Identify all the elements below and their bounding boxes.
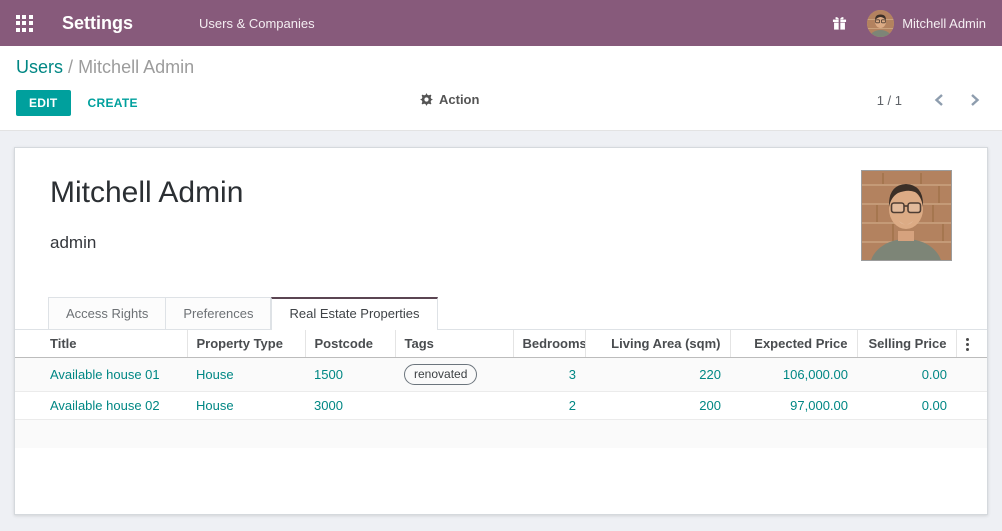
kebab-menu-icon (966, 338, 969, 351)
control-panel: Users / Mitchell Admin EDIT CREATE Actio… (0, 46, 1002, 131)
cell-tags[interactable] (395, 392, 513, 420)
column-header-bedrooms[interactable]: Bedrooms (513, 330, 585, 358)
breadcrumb: Users / Mitchell Admin (16, 57, 986, 78)
column-header-title[interactable]: Title (15, 330, 187, 358)
content-area: Mitchell Admin admin (0, 147, 1002, 531)
apps-grid-icon (16, 15, 33, 32)
optional-columns-toggle[interactable] (956, 330, 987, 358)
chevron-left-icon (934, 93, 944, 107)
gear-icon (420, 93, 433, 106)
table-header-row: Title Property Type Postcode Tags Bedroo… (15, 330, 987, 358)
cell-living-area[interactable]: 200 (585, 392, 730, 420)
cell-expected-price[interactable]: 106,000.00 (730, 358, 857, 392)
properties-table: Title Property Type Postcode Tags Bedroo… (15, 330, 987, 448)
tab-real-estate-properties[interactable]: Real Estate Properties (271, 297, 437, 330)
user-menu[interactable]: Mitchell Admin (867, 10, 1002, 37)
cell-postcode[interactable]: 3000 (305, 392, 395, 420)
notebook-tabs: Access Rights Preferences Real Estate Pr… (15, 296, 987, 330)
cell-tags[interactable]: renovated (395, 358, 513, 392)
cell-postcode[interactable]: 1500 (305, 358, 395, 392)
menu-users-companies[interactable]: Users & Companies (199, 16, 315, 31)
create-button[interactable]: CREATE (88, 96, 138, 110)
pager-previous-button[interactable] (928, 91, 950, 109)
action-menu-button[interactable]: Action (420, 92, 479, 107)
form-sheet: Mitchell Admin admin (14, 147, 988, 515)
record-name: Mitchell Admin (50, 174, 987, 212)
top-navbar: Settings Users & Companies Mitchell Admi… (0, 0, 1002, 46)
cell-bedrooms[interactable]: 2 (513, 392, 585, 420)
column-header-tags[interactable]: Tags (395, 330, 513, 358)
breadcrumb-current: Mitchell Admin (78, 57, 194, 77)
cell-selling-price[interactable]: 0.00 (857, 392, 956, 420)
current-app-title[interactable]: Settings (62, 13, 133, 34)
apps-menu-button[interactable] (0, 0, 48, 46)
tab-preferences[interactable]: Preferences (166, 297, 271, 329)
column-header-expected-price[interactable]: Expected Price (730, 330, 857, 358)
action-menu-label: Action (439, 92, 479, 107)
column-header-selling-price[interactable]: Selling Price (857, 330, 956, 358)
cell-title[interactable]: Available house 01 (15, 358, 187, 392)
breadcrumb-separator: / (68, 57, 73, 77)
table-row[interactable]: Available house 01 House 1500 renovated … (15, 358, 987, 392)
empty-table-row (15, 420, 987, 448)
record-login: admin (50, 232, 987, 254)
column-header-property-type[interactable]: Property Type (187, 330, 305, 358)
user-photo (861, 170, 952, 261)
user-avatar (867, 10, 894, 37)
pager: 1 / 1 (877, 91, 986, 109)
cell-living-area[interactable]: 220 (585, 358, 730, 392)
tag-badge: renovated (404, 364, 477, 385)
pager-next-button[interactable] (964, 91, 986, 109)
gift-icon[interactable] (832, 16, 847, 31)
breadcrumb-users-link[interactable]: Users (16, 57, 63, 77)
pager-count: 1 / 1 (877, 93, 902, 108)
cell-property-type[interactable]: House (187, 392, 305, 420)
cell-property-type[interactable]: House (187, 358, 305, 392)
cell-expected-price[interactable]: 97,000.00 (730, 392, 857, 420)
table-row[interactable]: Available house 02 House 3000 2 200 97,0… (15, 392, 987, 420)
cell-bedrooms[interactable]: 3 (513, 358, 585, 392)
cell-title[interactable]: Available house 02 (15, 392, 187, 420)
user-name-label: Mitchell Admin (902, 16, 986, 31)
column-header-postcode[interactable]: Postcode (305, 330, 395, 358)
cell-selling-price[interactable]: 0.00 (857, 358, 956, 392)
chevron-right-icon (970, 93, 980, 107)
column-header-living-area[interactable]: Living Area (sqm) (585, 330, 730, 358)
tab-access-rights[interactable]: Access Rights (48, 297, 166, 329)
edit-button[interactable]: EDIT (16, 90, 71, 116)
